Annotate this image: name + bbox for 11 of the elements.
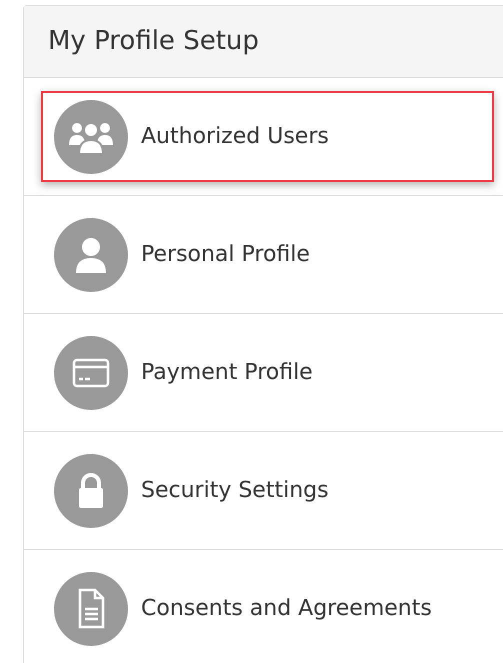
menu-item[interactable]: Security Settings [41,445,494,536]
credit-card-icon [54,336,128,410]
lock-icon [54,454,128,528]
document-icon [54,572,128,646]
menu-item[interactable]: Consents and Agreements [41,563,494,654]
menu-item[interactable]: Authorized Users [41,91,494,182]
menu-item[interactable]: Payment Profile [41,327,494,418]
person-icon [54,218,128,292]
users-icon [54,100,128,174]
panel-title: My Profile Setup [48,25,259,58]
menu-item[interactable]: Personal Profile [41,209,494,300]
